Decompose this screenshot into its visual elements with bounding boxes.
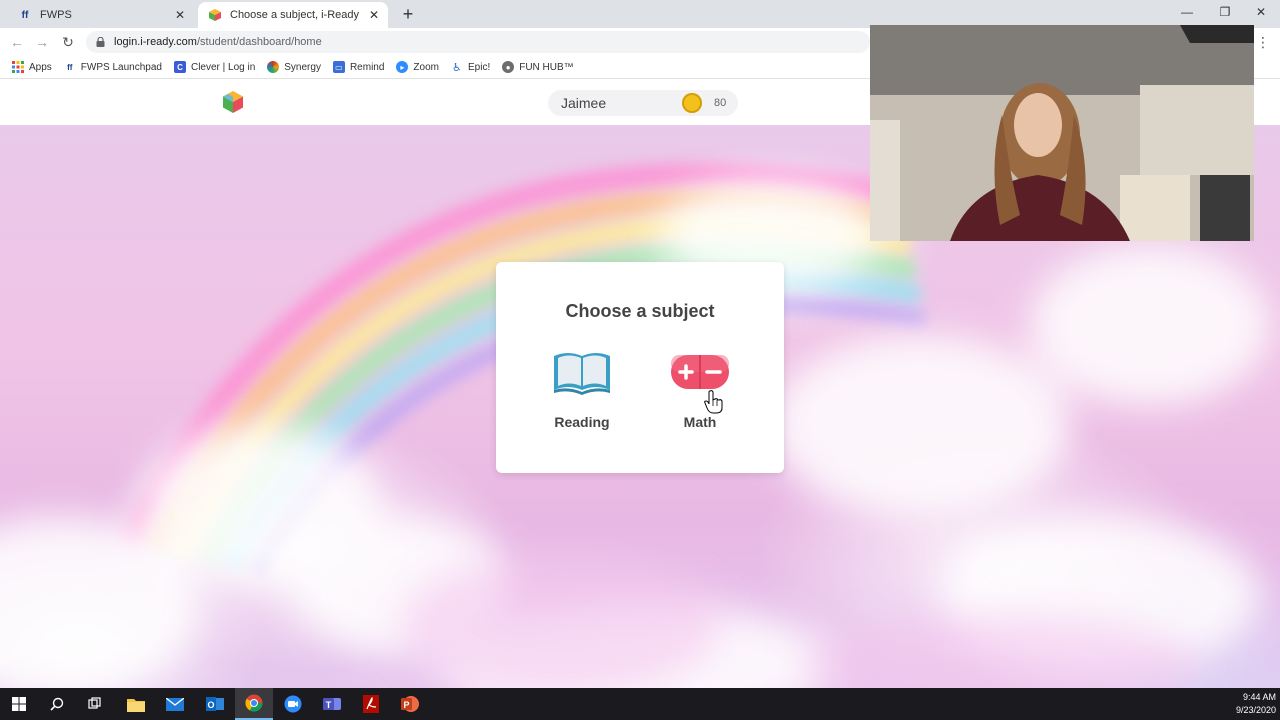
open-book-icon (554, 353, 610, 395)
svg-text:O: O (207, 700, 214, 710)
tab-title: Choose a subject, i-Ready (230, 9, 360, 21)
presenter-video-image (870, 25, 1254, 241)
bookmark-fun-hub[interactable]: ● FUN HUB™ (502, 61, 574, 73)
clock-date: 9/23/2020 (1235, 705, 1276, 715)
clock-time: 9:44 AM (1242, 692, 1276, 702)
clever-icon: C (173, 61, 186, 73)
url-host: login.i-ready.com (114, 36, 197, 48)
bookmark-label: Remind (349, 61, 385, 73)
tab-fwps[interactable]: ff FWPS ✕ (8, 2, 194, 28)
bookmark-fwps-launchpad[interactable]: ff FWPS Launchpad (64, 61, 162, 73)
url-path: /student/dashboard/home (196, 36, 322, 48)
coin-count: 80 (714, 97, 727, 109)
close-tab-icon[interactable]: ✕ (172, 8, 188, 22)
bookmark-label: Clever | Log in (190, 61, 256, 73)
svg-text:P: P (403, 700, 409, 710)
address-bar[interactable]: login.i-ready.com/student/dashboard/home (86, 31, 870, 53)
hand-cursor-icon (704, 390, 723, 414)
url-text: login.i-ready.com/student/dashboard/home (114, 36, 322, 48)
student-name: Jaimee (561, 95, 607, 111)
student-info[interactable]: Jaimee 80 (548, 90, 738, 116)
acrobat-icon[interactable] (352, 688, 390, 720)
fwps-icon: ff (21, 9, 29, 21)
minimize-icon[interactable]: — (1172, 4, 1202, 20)
svg-text:T: T (326, 700, 332, 710)
math-subject-button[interactable]: Math (660, 350, 740, 430)
fun-hub-icon: ● (502, 61, 515, 73)
webcam-overlay (870, 25, 1254, 241)
start-windows-icon[interactable] (0, 688, 38, 720)
windows-taskbar: O T P 9:44 AM 9/23/2020 (0, 688, 1280, 720)
bookmark-remind[interactable]: ▭ Remind (332, 61, 385, 73)
apps-grid-icon (12, 61, 24, 73)
back-arrow-icon[interactable]: ← (8, 34, 26, 50)
mail-icon[interactable] (156, 688, 194, 720)
bookmark-apps[interactable]: Apps (12, 61, 52, 73)
card-title: Choose a subject (565, 301, 715, 321)
zoom-icon: ▸ (396, 61, 409, 73)
remind-icon: ▭ (332, 61, 345, 73)
teams-icon[interactable]: T (313, 688, 351, 720)
new-tab-button[interactable]: + (398, 4, 418, 24)
reload-icon[interactable]: ↻ (59, 34, 77, 50)
bookmark-label: FUN HUB™ (519, 61, 574, 73)
task-view-icon[interactable] (76, 688, 114, 720)
epic-icon: ♿ (452, 61, 462, 74)
lock-icon (96, 36, 106, 47)
powerpoint-icon[interactable]: P (391, 688, 429, 720)
tab-iready[interactable]: Choose a subject, i-Ready ✕ (198, 2, 388, 28)
bookmark-epic[interactable]: ♿ Epic! (451, 61, 491, 74)
iready-cube-icon (208, 8, 222, 22)
bookmark-label: Synergy (284, 61, 321, 73)
forward-arrow-icon[interactable]: → (33, 34, 51, 50)
choose-subject-card: Choose a subject Reading Math (496, 262, 784, 473)
bookmark-clever[interactable]: C Clever | Log in (173, 61, 256, 73)
bookmark-label: FWPS Launchpad (80, 61, 162, 73)
tab-title: FWPS (40, 9, 72, 21)
coin-icon (682, 93, 702, 113)
bookmark-label: Zoom (413, 61, 439, 73)
chrome-icon[interactable] (235, 688, 273, 720)
bookmark-zoom[interactable]: ▸ Zoom (396, 61, 439, 73)
bookmark-label: Apps (29, 61, 52, 73)
system-clock[interactable]: 9:44 AM 9/23/2020 (1216, 691, 1276, 717)
search-icon[interactable] (38, 688, 76, 720)
restore-icon[interactable]: ❐ (1210, 4, 1240, 20)
browser-menu-icon[interactable]: ⋮ (1256, 34, 1270, 51)
subject-label: Reading (554, 414, 610, 430)
zoom-app-icon[interactable] (274, 688, 312, 720)
bookmark-synergy[interactable]: Synergy (267, 61, 321, 73)
fwps-icon: ff (67, 62, 73, 72)
subject-label: Math (683, 414, 717, 430)
bookmark-label: Epic! (467, 61, 491, 73)
iready-logo-icon[interactable] (223, 91, 243, 113)
close-tab-icon[interactable]: ✕ (366, 8, 382, 22)
reading-subject-button[interactable]: Reading (542, 350, 622, 430)
outlook-icon[interactable]: O (196, 688, 234, 720)
close-window-icon[interactable]: ✕ (1246, 4, 1276, 20)
file-explorer-icon[interactable] (117, 688, 155, 720)
synergy-icon (267, 61, 280, 73)
browser-tab-strip: ff FWPS ✕ Choose a subject, i-Ready ✕ + … (0, 0, 1280, 28)
